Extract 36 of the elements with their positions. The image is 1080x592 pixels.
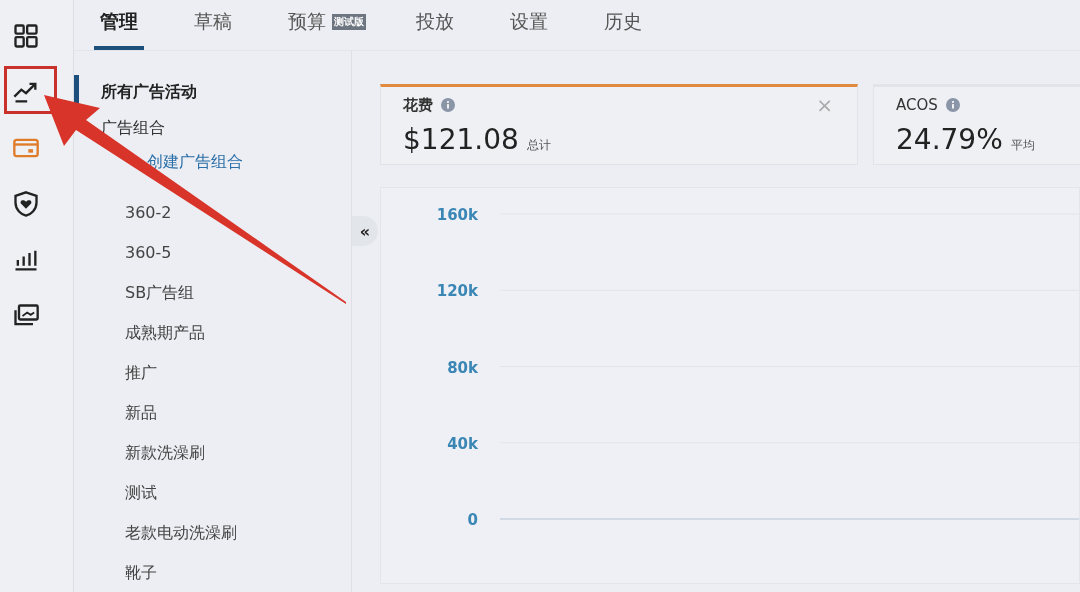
axis-tick-label: 120k [436, 282, 478, 301]
portfolio-item[interactable]: 测试 [125, 473, 157, 513]
beta-badge: 测试版 [332, 14, 366, 30]
axis-tick-label: 160k [436, 206, 478, 224]
metric-label: 花费 [403, 95, 433, 115]
shield-heart-icon[interactable] [11, 190, 40, 218]
metric-label: ACOS [896, 96, 938, 114]
portfolio-item[interactable]: 新款洗澡刷 [125, 433, 205, 473]
tab[interactable]: 管理 [94, 0, 144, 50]
metric-value: $121.08 [403, 123, 519, 156]
portfolio-item[interactable]: 靴子 [125, 553, 157, 592]
tab[interactable]: 预算 [282, 0, 332, 50]
collapse-button[interactable]: « [352, 216, 378, 246]
metric-note: 平均 [1010, 137, 1035, 154]
metric-card[interactable]: 花费 × $121.08 总计 [380, 84, 858, 165]
tab[interactable]: 投放 [410, 0, 460, 50]
highlight-box [4, 66, 57, 114]
portfolio-item[interactable]: 成熟期产品 [125, 313, 205, 353]
portfolio-item[interactable]: 推广 [125, 353, 157, 393]
info-icon[interactable] [441, 98, 455, 112]
portfolio-item[interactable]: 360-5 [125, 233, 172, 273]
info-icon[interactable] [945, 98, 960, 112]
portfolio-item[interactable]: SB广告组 [125, 273, 195, 313]
portfolio-item[interactable]: 老款电动洗澡刷 [125, 513, 237, 553]
axis-tick-label: 0 [467, 511, 478, 529]
portfolio-item[interactable]: 360-2 [125, 193, 172, 233]
tab[interactable]: 历史 [598, 0, 648, 50]
tab[interactable]: 设置 [504, 0, 554, 50]
metric-note: 总计 [526, 137, 551, 154]
axis-tick-label: 40k [447, 434, 478, 453]
metric-value: 24.79% [896, 123, 1003, 156]
axis-tick-label: 80k [447, 358, 478, 377]
grid-icon[interactable] [11, 22, 40, 50]
tab[interactable]: 草稿 [188, 0, 238, 50]
portfolio-item[interactable]: 新品 [125, 393, 157, 433]
metric-card[interactable]: ACOS 24.79% 平均 [873, 84, 1080, 165]
